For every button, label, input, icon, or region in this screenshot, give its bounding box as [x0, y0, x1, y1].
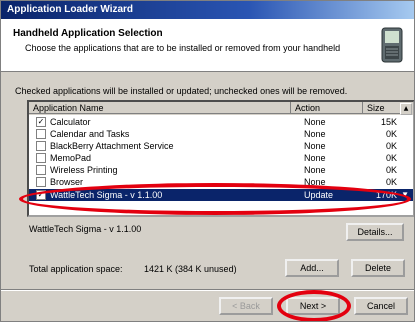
app-size: 0K — [385, 177, 397, 187]
list-item[interactable]: Wireless Printing None 0K — [29, 164, 413, 176]
checkbox[interactable]: ✓ — [36, 190, 46, 200]
header-subtitle: Choose the applications that are to be i… — [25, 43, 341, 53]
checkbox[interactable]: ✓ — [36, 117, 46, 127]
app-size: 170K — [375, 190, 397, 200]
column-header-name[interactable]: Application Name — [29, 102, 291, 114]
app-name: Calculator — [50, 117, 91, 127]
app-action: None — [304, 153, 326, 163]
list-item[interactable]: ✓ Calculator None 15K — [29, 116, 413, 128]
app-name: BlackBerry Attachment Service — [50, 141, 174, 151]
cancel-button[interactable]: Cancel — [354, 297, 408, 315]
details-button[interactable]: Details... — [346, 223, 404, 241]
app-name: Browser — [50, 177, 84, 187]
app-action: None — [304, 141, 326, 151]
app-action: None — [304, 177, 326, 187]
list-header: Application Name Action Size ▲ — [29, 102, 413, 115]
column-header-size[interactable]: Size — [363, 102, 401, 114]
scroll-up-button[interactable]: ▲ — [400, 103, 412, 115]
app-size: 0K — [385, 129, 397, 139]
delete-button[interactable]: Delete — [351, 259, 405, 277]
checkbox[interactable] — [36, 129, 46, 139]
header-title: Handheld Application Selection — [13, 28, 163, 39]
checkbox[interactable] — [36, 141, 46, 151]
wizard-window: Application Loader Wizard Handheld Appli… — [0, 0, 415, 322]
app-size: 0K — [385, 141, 397, 151]
app-name: MemoPad — [50, 153, 92, 163]
list-caption: Checked applications will be installed o… — [15, 86, 348, 96]
back-button[interactable]: < Back — [219, 297, 273, 315]
app-size: 0K — [385, 153, 397, 163]
list-item[interactable]: BlackBerry Attachment Service None 0K — [29, 140, 413, 152]
app-name: Wireless Printing — [50, 165, 118, 175]
list-item-selected[interactable]: ✓ WattleTech Sigma - v 1.1.00 Update 170… — [29, 189, 413, 201]
selected-app-description: WattleTech Sigma - v 1.1.00 — [29, 224, 142, 234]
app-name: WattleTech Sigma - v 1.1.00 — [50, 190, 163, 200]
app-name: Calendar and Tasks — [50, 129, 130, 139]
total-space-value: 1421 K (384 K unused) — [144, 264, 237, 274]
footer-divider — [1, 289, 414, 291]
app-size: 0K — [385, 165, 397, 175]
checkbox[interactable] — [36, 153, 46, 163]
title-bar: Application Loader Wizard — [1, 1, 414, 19]
list-item[interactable]: Calendar and Tasks None 0K — [29, 128, 413, 140]
app-size: 15K — [380, 117, 397, 127]
app-action: None — [304, 117, 326, 127]
checkbox[interactable] — [36, 177, 46, 187]
next-button[interactable]: Next > — [286, 297, 340, 315]
list-item[interactable]: MemoPad None 0K — [29, 152, 413, 164]
app-action: None — [304, 165, 326, 175]
list-item[interactable]: Browser None 0K — [29, 176, 413, 188]
window-title: Application Loader Wizard — [7, 4, 134, 15]
scroll-down-icon[interactable]: ▼ — [401, 189, 409, 201]
total-space-label: Total application space: — [29, 264, 123, 274]
add-button[interactable]: Add... — [285, 259, 339, 277]
column-header-action[interactable]: Action — [291, 102, 363, 114]
wizard-header: Handheld Application Selection Choose th… — [1, 19, 414, 72]
handheld-device-icon — [381, 27, 403, 63]
checkbox[interactable] — [36, 165, 46, 175]
app-action: Update — [304, 190, 334, 200]
application-list[interactable]: Application Name Action Size ▲ ✓ Calcula… — [27, 100, 414, 217]
app-action: None — [304, 129, 326, 139]
